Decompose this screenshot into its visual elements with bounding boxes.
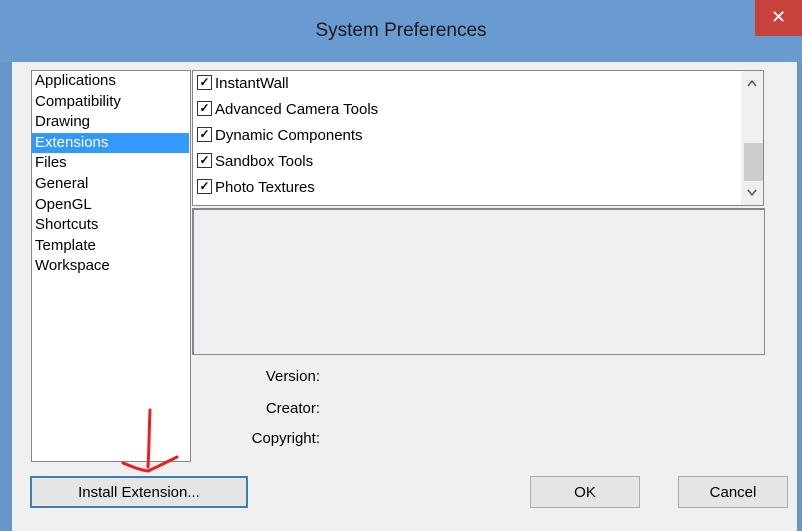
version-label: Version: [265, 368, 320, 385]
sidebar-item-general[interactable]: General [32, 174, 190, 195]
extension-checkbox[interactable]: ✓ [197, 126, 212, 142]
extension-item[interactable]: ✓ Sandbox Tools [193, 149, 763, 175]
sidebar-item-applications[interactable]: Applications [32, 71, 190, 92]
sidebar-item-opengl[interactable]: OpenGL [32, 195, 190, 216]
window-title: System Preferences [315, 20, 487, 41]
scroll-thumb[interactable] [744, 143, 763, 181]
sidebar-item-shortcuts[interactable]: Shortcuts [32, 215, 190, 236]
extension-label: InstantWall [215, 75, 289, 92]
sidebar-item-workspace[interactable]: Workspace [32, 256, 190, 277]
extension-item[interactable]: ✓ InstantWall [193, 71, 763, 97]
red-arrow-annotation-icon [121, 408, 179, 473]
extensions-scrollbar[interactable] [741, 71, 763, 205]
close-button[interactable]: ✕ [755, 0, 802, 36]
extension-label: Sandbox Tools [215, 153, 314, 170]
sidebar-item-template[interactable]: Template [32, 236, 190, 257]
extension-description-box [192, 208, 765, 355]
extension-checkbox[interactable]: ✓ [197, 100, 212, 116]
extension-label: Photo Textures [215, 179, 315, 196]
sidebar-item-compatibility[interactable]: Compatibility [32, 92, 190, 113]
extension-checkbox[interactable]: ✓ [197, 74, 212, 90]
extension-item[interactable]: ✓ Dynamic Components [193, 123, 763, 149]
cancel-button[interactable]: Cancel [678, 476, 788, 508]
title-bar[interactable]: System Preferences ✕ [0, 0, 802, 62]
close-icon: ✕ [770, 7, 787, 27]
preferences-window: System Preferences ✕ Applications Compat… [0, 0, 802, 531]
extension-label: Advanced Camera Tools [215, 101, 379, 118]
extension-label: Dynamic Components [215, 127, 363, 144]
install-extension-button[interactable]: Install Extension... [30, 476, 248, 508]
sidebar-item-extensions[interactable]: Extensions [32, 132, 189, 154]
extensions-list[interactable]: ✓ InstantWall ✓ Advanced Camera Tools ✓ Dyn… [192, 70, 764, 206]
ok-button[interactable]: OK [530, 476, 640, 508]
sidebar-item-drawing[interactable]: Drawing [32, 112, 190, 133]
copyright-label: Copyright: [251, 430, 320, 447]
creator-label: Creator: [265, 400, 320, 417]
extension-item[interactable]: ✓ Photo Textures [193, 175, 763, 201]
extension-item[interactable]: ✓ Advanced Camera Tools [193, 97, 763, 123]
sidebar-item-files[interactable]: Files [32, 153, 190, 174]
scroll-down-icon[interactable] [741, 183, 763, 203]
scroll-up-icon[interactable] [741, 73, 763, 93]
extension-checkbox[interactable]: ✓ [197, 152, 212, 168]
extension-checkbox[interactable]: ✓ [197, 178, 212, 194]
